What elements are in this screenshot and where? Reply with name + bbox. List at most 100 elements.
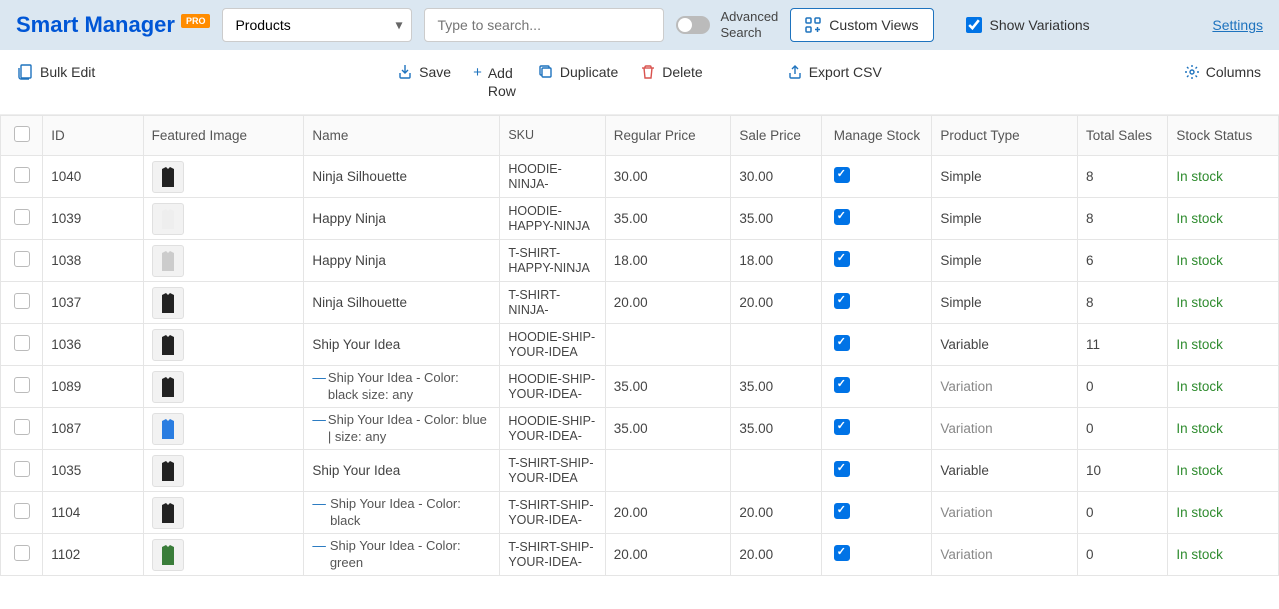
cell-product-type[interactable]: Simple: [932, 198, 1078, 240]
row-checkbox[interactable]: [14, 545, 30, 561]
cell-manage-stock[interactable]: [821, 366, 932, 408]
manage-stock-checkbox[interactable]: [834, 461, 850, 477]
row-checkbox[interactable]: [14, 293, 30, 309]
row-checkbox[interactable]: [14, 503, 30, 519]
cell-total-sales[interactable]: 0: [1077, 366, 1167, 408]
cell-name[interactable]: —Ship Your Idea - Color: blue | size: an…: [304, 408, 500, 450]
cell-product-type[interactable]: Simple: [932, 282, 1078, 324]
col-header-stock-status[interactable]: Stock Status: [1168, 116, 1279, 156]
select-all-checkbox[interactable]: [14, 126, 30, 142]
cell-total-sales[interactable]: 8: [1077, 156, 1167, 198]
cell-manage-stock[interactable]: [821, 156, 932, 198]
add-row-button[interactable]: + Add Row: [473, 64, 516, 100]
cell-regular-price[interactable]: 35.00: [605, 198, 731, 240]
cell-stock-status[interactable]: In stock: [1168, 240, 1279, 282]
cell-stock-status[interactable]: In stock: [1168, 492, 1279, 534]
cell-id[interactable]: 1038: [43, 240, 143, 282]
cell-total-sales[interactable]: 10: [1077, 450, 1167, 492]
cell-featured-image[interactable]: [143, 408, 304, 450]
cell-manage-stock[interactable]: [821, 282, 932, 324]
cell-sku[interactable]: T-SHIRT-SHIP-YOUR-IDEA-: [500, 492, 605, 534]
cell-stock-status[interactable]: In stock: [1168, 408, 1279, 450]
cell-name[interactable]: —Ship Your Idea - Color: green: [304, 534, 500, 576]
cell-manage-stock[interactable]: [821, 534, 932, 576]
cell-id[interactable]: 1035: [43, 450, 143, 492]
cell-sku[interactable]: HOODIE-SHIP-YOUR-IDEA: [500, 324, 605, 366]
cell-product-type[interactable]: Variable: [932, 450, 1078, 492]
cell-sku[interactable]: T-SHIRT-SHIP-YOUR-IDEA-: [500, 534, 605, 576]
cell-stock-status[interactable]: In stock: [1168, 324, 1279, 366]
cell-name[interactable]: Ninja Silhouette: [304, 282, 500, 324]
manage-stock-checkbox[interactable]: [834, 545, 850, 561]
cell-featured-image[interactable]: [143, 492, 304, 534]
manage-stock-checkbox[interactable]: [834, 293, 850, 309]
cell-manage-stock[interactable]: [821, 324, 932, 366]
cell-product-type[interactable]: Variable: [932, 324, 1078, 366]
row-checkbox[interactable]: [14, 251, 30, 267]
cell-manage-stock[interactable]: [821, 450, 932, 492]
col-header-sku[interactable]: SKU: [500, 116, 605, 156]
cell-featured-image[interactable]: [143, 366, 304, 408]
cell-manage-stock[interactable]: [821, 198, 932, 240]
cell-total-sales[interactable]: 8: [1077, 198, 1167, 240]
cell-featured-image[interactable]: [143, 156, 304, 198]
col-header-image[interactable]: Featured Image: [143, 116, 304, 156]
bulk-edit-button[interactable]: Bulk Edit: [18, 64, 95, 80]
save-button[interactable]: Save: [397, 64, 451, 80]
col-header-regular-price[interactable]: Regular Price: [605, 116, 731, 156]
row-checkbox[interactable]: [14, 419, 30, 435]
cell-stock-status[interactable]: In stock: [1168, 366, 1279, 408]
cell-name[interactable]: Ship Your Idea: [304, 450, 500, 492]
columns-button[interactable]: Columns: [1184, 64, 1261, 80]
col-header-manage-stock[interactable]: Manage Stock: [821, 116, 932, 156]
row-checkbox[interactable]: [14, 335, 30, 351]
cell-regular-price[interactable]: 18.00: [605, 240, 731, 282]
row-checkbox[interactable]: [14, 377, 30, 393]
manage-stock-checkbox[interactable]: [834, 251, 850, 267]
cell-sale-price[interactable]: 35.00: [731, 366, 821, 408]
cell-regular-price[interactable]: [605, 324, 731, 366]
cell-regular-price[interactable]: 20.00: [605, 492, 731, 534]
cell-featured-image[interactable]: [143, 198, 304, 240]
custom-views-button[interactable]: Custom Views: [790, 8, 933, 42]
manage-stock-checkbox[interactable]: [834, 209, 850, 225]
cell-sale-price[interactable]: 18.00: [731, 240, 821, 282]
show-variations-checkbox[interactable]: [966, 17, 982, 33]
cell-total-sales[interactable]: 8: [1077, 282, 1167, 324]
cell-regular-price[interactable]: [605, 450, 731, 492]
cell-id[interactable]: 1037: [43, 282, 143, 324]
manage-stock-checkbox[interactable]: [834, 503, 850, 519]
manage-stock-checkbox[interactable]: [834, 335, 850, 351]
cell-sale-price[interactable]: 20.00: [731, 282, 821, 324]
cell-featured-image[interactable]: [143, 240, 304, 282]
cell-stock-status[interactable]: In stock: [1168, 198, 1279, 240]
cell-id[interactable]: 1036: [43, 324, 143, 366]
cell-id[interactable]: 1089: [43, 366, 143, 408]
col-header-name[interactable]: Name: [304, 116, 500, 156]
cell-regular-price[interactable]: 20.00: [605, 282, 731, 324]
cell-sale-price[interactable]: 35.00: [731, 408, 821, 450]
col-header-total-sales[interactable]: Total Sales: [1077, 116, 1167, 156]
cell-total-sales[interactable]: 0: [1077, 492, 1167, 534]
advanced-search-toggle[interactable]: [676, 16, 710, 34]
cell-id[interactable]: 1040: [43, 156, 143, 198]
cell-featured-image[interactable]: [143, 282, 304, 324]
cell-regular-price[interactable]: 35.00: [605, 408, 731, 450]
cell-manage-stock[interactable]: [821, 408, 932, 450]
cell-featured-image[interactable]: [143, 534, 304, 576]
cell-stock-status[interactable]: In stock: [1168, 534, 1279, 576]
cell-stock-status[interactable]: In stock: [1168, 282, 1279, 324]
cell-product-type[interactable]: Simple: [932, 240, 1078, 282]
cell-sku[interactable]: T-SHIRT-HAPPY-NINJA: [500, 240, 605, 282]
cell-total-sales[interactable]: 0: [1077, 534, 1167, 576]
cell-sku[interactable]: HOODIE-HAPPY-NINJA: [500, 198, 605, 240]
show-variations-wrap[interactable]: Show Variations: [966, 17, 1090, 33]
cell-product-type[interactable]: Simple: [932, 156, 1078, 198]
row-checkbox[interactable]: [14, 167, 30, 183]
cell-product-type[interactable]: Variation: [932, 534, 1078, 576]
cell-sku[interactable]: T-SHIRT-SHIP-YOUR-IDEA: [500, 450, 605, 492]
cell-id[interactable]: 1102: [43, 534, 143, 576]
settings-link[interactable]: Settings: [1212, 17, 1263, 33]
row-checkbox[interactable]: [14, 209, 30, 225]
cell-name[interactable]: Ninja Silhouette: [304, 156, 500, 198]
